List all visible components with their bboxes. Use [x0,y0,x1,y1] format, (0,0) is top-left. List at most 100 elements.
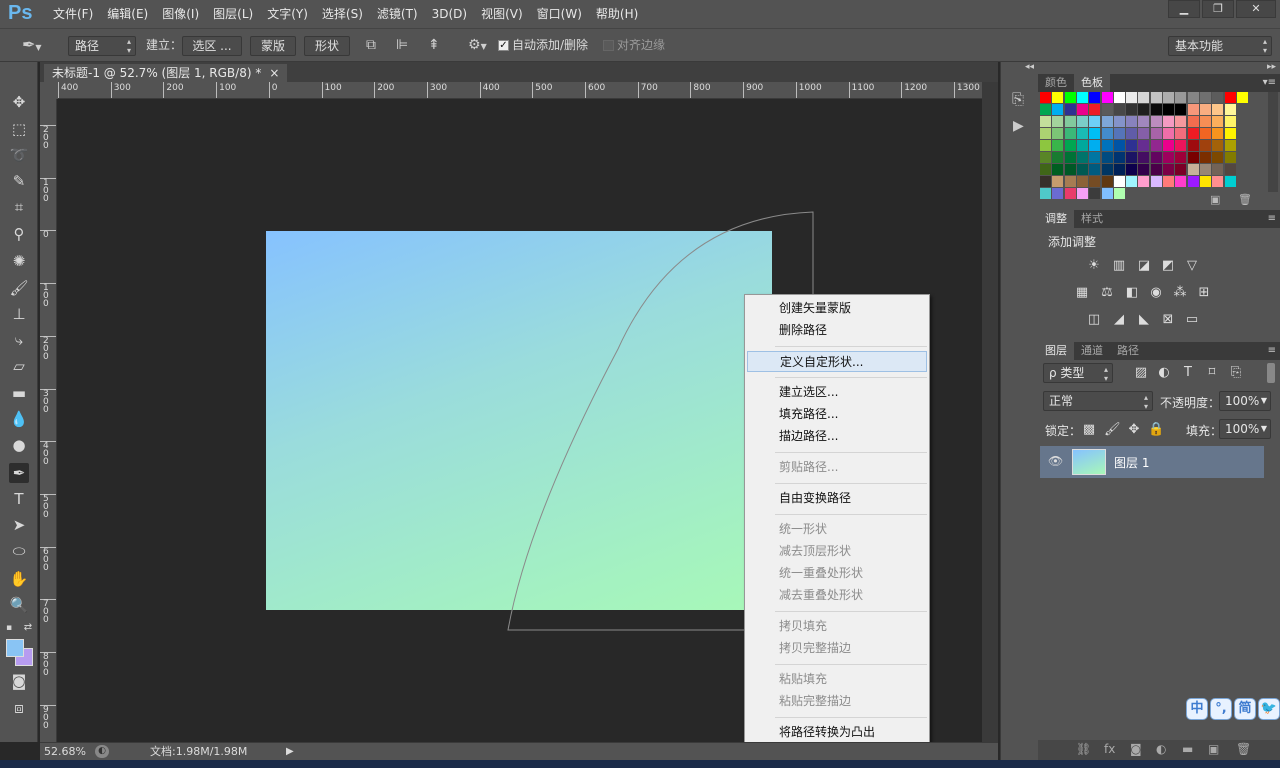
brightness-icon[interactable]: ☀ [1086,258,1102,274]
close-icon[interactable]: × [269,66,279,80]
color-swatch[interactable] [1101,104,1113,115]
menu-layer[interactable]: 图层(L) [206,0,260,28]
color-swatch[interactable] [1126,104,1138,115]
color-swatch[interactable] [1126,152,1138,163]
make-mask-button[interactable]: 蒙版 [250,36,296,56]
workspace-select[interactable]: 基本功能 ▴ ▾ [1168,36,1272,56]
color-swatch[interactable] [1040,128,1051,139]
curves-icon[interactable]: ◪ [1136,258,1152,274]
color-swatch[interactable] [1113,140,1125,151]
color-swatch[interactable] [1199,92,1211,103]
pen-tool-icon[interactable]: ✒ [9,463,29,483]
color-swatch[interactable] [1076,128,1088,139]
filter-toggle[interactable] [1267,363,1275,383]
hand-tool-icon[interactable]: ✋ [9,569,29,589]
context-menu-item[interactable]: 描边路径... [747,426,927,447]
color-swatch[interactable] [1187,128,1199,139]
pen-tool-preset-icon[interactable]: ✒▼ [22,36,42,56]
color-balance-icon[interactable]: ⚖ [1099,285,1115,301]
color-swatch[interactable] [1224,152,1236,163]
foreground-color-swatch[interactable] [6,639,24,657]
color-swatch[interactable] [1076,176,1088,187]
color-swatch[interactable] [1113,188,1125,199]
path-mode-select[interactable]: 路径 ▴ ▾ [68,36,136,56]
color-swatch[interactable] [1187,164,1199,175]
color-swatch[interactable] [1064,164,1076,175]
color-swatch[interactable] [1175,116,1187,127]
context-menu-item[interactable]: 定义自定形状... [747,351,927,372]
color-swatch[interactable] [1076,92,1088,103]
new-group-icon[interactable]: ▬ [1182,742,1193,756]
path-arrangement-icon[interactable]: ⇞ [428,36,440,56]
posterize-icon[interactable]: ◢ [1111,312,1127,328]
color-swatch[interactable] [1040,176,1051,187]
exposure-icon[interactable]: ◩ [1160,258,1176,274]
color-swatch[interactable] [1175,104,1187,115]
lock-position-icon[interactable]: ✥ [1126,422,1142,438]
color-swatch[interactable] [1138,140,1150,151]
color-swatch[interactable] [1064,188,1076,199]
tab-styles[interactable]: 样式 [1074,210,1110,228]
color-swatch[interactable] [1089,140,1101,151]
lock-transparent-icon[interactable]: ▩ [1081,422,1097,438]
status-arrow-icon[interactable]: ▶ [286,743,294,760]
ime-skin-button[interactable]: 🐦 [1258,698,1280,720]
context-menu-item[interactable]: 建立选区... [747,382,927,403]
color-swatch[interactable] [1052,188,1064,199]
filter-type-icon[interactable]: T [1180,365,1196,381]
screen-mode-icon[interactable]: ⧈ [9,698,29,718]
menu-window[interactable]: 窗口(W) [530,0,589,28]
color-swatch[interactable] [1064,116,1076,127]
color-swatch[interactable] [1052,176,1064,187]
layer-name[interactable]: 图层 1 [1114,454,1149,471]
color-swatch[interactable] [1089,104,1101,115]
color-swatch[interactable] [1064,140,1076,151]
filter-smart-object-icon[interactable]: ⎘ [1228,365,1244,381]
color-swatch[interactable] [1113,116,1125,127]
color-swatch[interactable] [1224,104,1236,115]
menu-file[interactable]: 文件(F) [46,0,100,28]
color-swatch[interactable] [1150,116,1162,127]
expand-arrows-icon[interactable]: ▸▸ [1267,62,1276,72]
history-panel-icon[interactable]: ⎘ [1012,90,1024,108]
color-swatch[interactable] [1052,128,1064,139]
tab-swatches[interactable]: 色板 [1074,74,1110,92]
color-swatch[interactable] [1212,152,1224,163]
color-swatch[interactable] [1101,188,1113,199]
zoom-level[interactable]: 52.68% [44,743,86,760]
color-swatch[interactable] [1089,116,1101,127]
dodge-tool-icon[interactable]: ● [9,435,29,455]
color-swatch[interactable] [1040,188,1051,199]
delete-layer-icon[interactable]: 🗑 [1236,742,1251,756]
auto-add-delete-checkbox[interactable]: ✓ 自动添加/删除 [498,36,588,56]
color-swatch[interactable] [1076,152,1088,163]
tab-adjustments[interactable]: 调整 [1038,210,1074,228]
color-swatch[interactable] [1040,152,1051,163]
menu-3d[interactable]: 3D(D) [425,0,474,28]
stamp-tool-icon[interactable]: ⊥ [9,304,29,324]
color-swatch[interactable] [1138,116,1150,127]
vertical-scrollbar[interactable] [982,82,998,742]
color-swatch[interactable] [1089,164,1101,175]
context-menu-item[interactable]: 自由变换路径 [747,488,927,509]
tab-color[interactable]: 颜色 [1038,74,1074,92]
ime-punctuation-button[interactable]: °, [1210,698,1232,720]
healing-brush-tool-icon[interactable]: ✺ [9,251,29,271]
color-swatch[interactable] [1187,152,1199,163]
color-swatch[interactable] [1150,140,1162,151]
color-swatch[interactable] [1163,140,1174,151]
color-swatch[interactable] [1101,176,1113,187]
color-swatch[interactable] [1138,92,1150,103]
add-mask-icon[interactable]: ◙ [1130,742,1142,756]
color-swatch[interactable] [1126,164,1138,175]
color-swatch[interactable] [1163,116,1174,127]
color-swatch[interactable] [1089,128,1101,139]
path-select-tool-icon[interactable]: ➤ [9,515,29,535]
color-swatch[interactable] [1175,164,1187,175]
eye-icon[interactable]: 👁 [1048,454,1063,468]
color-swatch[interactable] [1212,164,1224,175]
minimize-button[interactable]: ▁ [1168,0,1200,18]
layer-filter-select[interactable]: ρ 类型 ▴ ▾ [1043,363,1113,383]
default-colors-icon[interactable]: ▪ [4,618,14,638]
photo-filter-icon[interactable]: ◉ [1148,285,1164,301]
